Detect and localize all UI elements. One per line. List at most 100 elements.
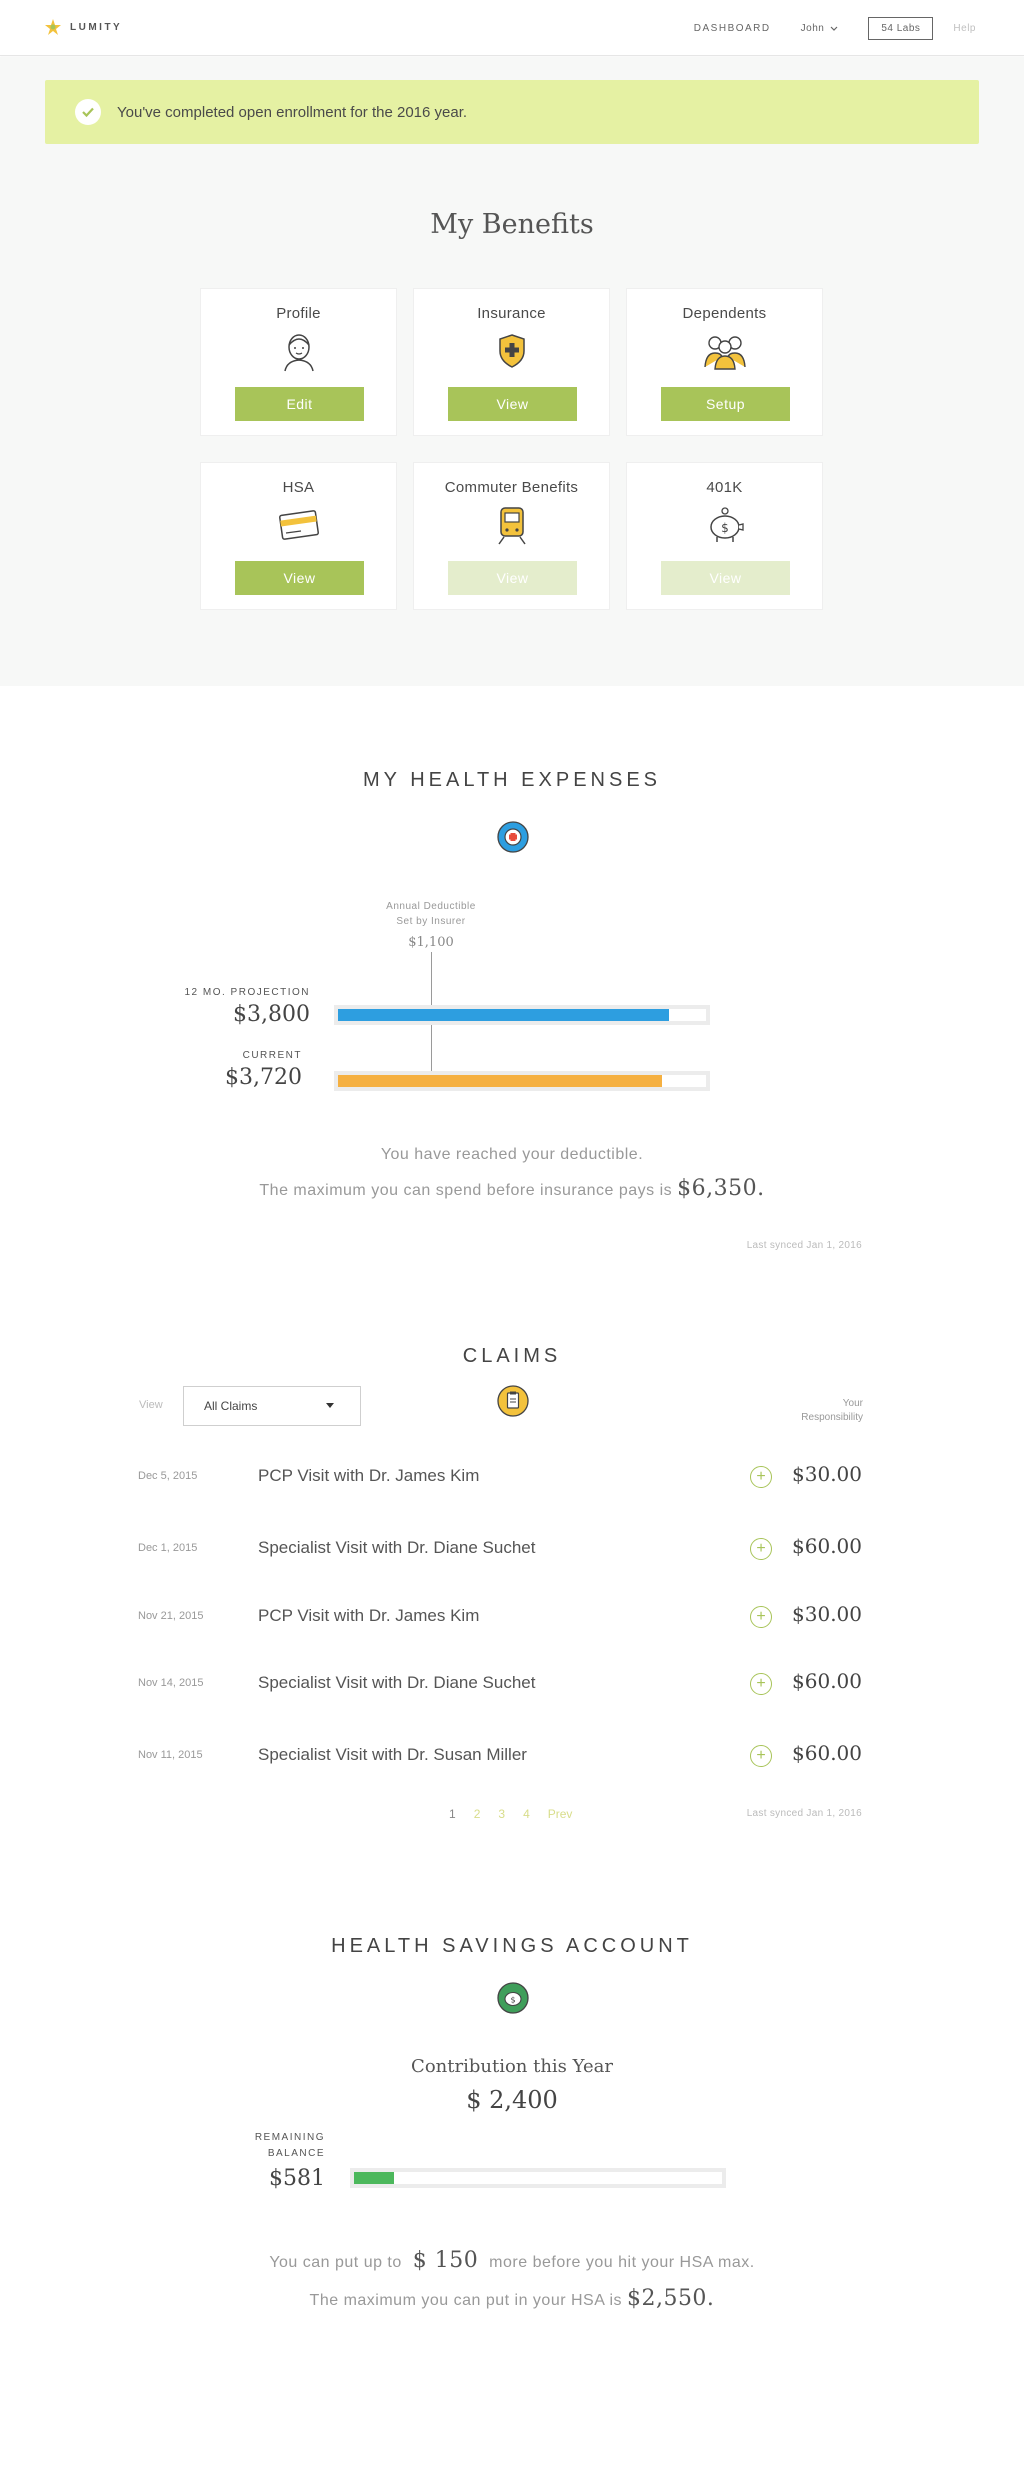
- insurance-view-button[interactable]: View: [448, 387, 577, 421]
- benefits-area: You've completed open enrollment for the…: [0, 57, 1024, 686]
- current-value: $3,720: [225, 1065, 302, 1090]
- benefit-card-profile: Profile Edit: [200, 288, 397, 436]
- deductible-label-line2: Set by Insurer: [396, 916, 466, 927]
- top-header: LUMITY DASHBOARD John 54 Labs Help: [0, 0, 1024, 56]
- deductible-summary: You have reached your deductible.: [0, 1146, 1024, 1164]
- dependents-setup-button[interactable]: Setup: [661, 387, 790, 421]
- claim-amount: $30.00: [792, 1462, 862, 1486]
- remaining-label-line2: BALANCE: [267, 2148, 325, 2159]
- claim-row[interactable]: Nov 21, 2015 PCP Visit with Dr. James Ki…: [138, 1598, 862, 1638]
- claims-filter-value: All Claims: [204, 1399, 258, 1413]
- claim-description: Specialist Visit with Dr. Susan Miller: [258, 1745, 527, 1764]
- responsibility-header: Your Responsibility: [801, 1397, 863, 1425]
- contribution-label: Contribution this Year: [411, 2056, 613, 2077]
- summary-status: reached your deductible.: [455, 1146, 644, 1163]
- card-title: 401K: [706, 479, 743, 496]
- claim-amount: $60.00: [792, 1534, 862, 1558]
- card-title: Commuter Benefits: [444, 479, 579, 496]
- remaining-balance-label: REMAINING BALANCE: [225, 2130, 325, 2162]
- claim-amount: $30.00: [792, 1602, 862, 1626]
- claim-date: Dec 1, 2015: [138, 1542, 198, 1554]
- profile-edit-button[interactable]: Edit: [235, 387, 364, 421]
- clipboard-icon: [497, 1385, 529, 1417]
- remaining-balance-bar-fill: [354, 2172, 395, 2184]
- enrollment-banner: You've completed open enrollment for the…: [45, 80, 979, 144]
- page-link-2[interactable]: 2: [474, 1807, 481, 1821]
- benefit-card-hsa: HSA View: [200, 462, 397, 610]
- remaining-balance-value: $581: [269, 2166, 325, 2191]
- expand-plus-icon[interactable]: +: [750, 1538, 772, 1560]
- hsa-put-summary: You can put up to $ 150 more before you …: [0, 2248, 1024, 2273]
- projection-bar: [334, 1005, 710, 1025]
- deductible-label-line1: Annual Deductible: [386, 901, 476, 912]
- profile-icon: [283, 334, 314, 372]
- health-expenses-title: MY HEALTH EXPENSES: [363, 769, 661, 791]
- top-nav: DASHBOARD John 54 Labs Help: [694, 17, 976, 40]
- put-value: $ 150: [412, 2248, 479, 2273]
- claim-description: Specialist Visit with Dr. Diane Suchet: [258, 1538, 536, 1557]
- benefit-card-dependents: Dependents Setup: [626, 288, 823, 436]
- card-title: Profile: [276, 305, 321, 322]
- projection-bar-fill: [338, 1009, 670, 1021]
- shield-plus-icon: [498, 334, 525, 368]
- current-bar: [334, 1071, 710, 1091]
- current-label: CURRENT: [242, 1050, 302, 1061]
- claim-date: Nov 11, 2015: [138, 1749, 203, 1761]
- family-icon: [703, 336, 746, 370]
- claim-amount: $60.00: [792, 1669, 862, 1693]
- claim-row[interactable]: Nov 14, 2015 Specialist Visit with Dr. D…: [138, 1665, 862, 1705]
- claims-filter-select[interactable]: All Claims: [183, 1386, 361, 1426]
- expand-plus-icon[interactable]: +: [750, 1466, 772, 1488]
- hsa-view-button[interactable]: View: [235, 561, 364, 595]
- page-title: My Benefits: [430, 209, 594, 240]
- summary-prefix: You have: [380, 1146, 451, 1163]
- commuter-view-button[interactable]: View: [448, 561, 577, 595]
- expand-plus-icon[interactable]: +: [750, 1673, 772, 1695]
- projection-value: $3,800: [233, 1002, 310, 1027]
- user-name: John: [800, 23, 825, 34]
- caret-down-icon: [326, 1403, 334, 1408]
- max-spend-text: The maximum you can spend before insuran…: [259, 1182, 673, 1199]
- page-prev-link[interactable]: Prev: [548, 1807, 573, 1821]
- company-button[interactable]: 54 Labs: [868, 17, 934, 40]
- expenses-last-synced: Last synced Jan 1, 2016: [746, 1240, 862, 1251]
- benefit-card-insurance: Insurance View: [413, 288, 610, 436]
- remaining-label-line1: REMAINING: [254, 2132, 325, 2143]
- lumity-logo-icon: [45, 19, 61, 35]
- card-title: Dependents: [682, 305, 767, 322]
- help-link[interactable]: Help: [953, 23, 976, 34]
- benefit-card-401k: 401K $ View: [626, 462, 823, 610]
- nav-dashboard-link[interactable]: DASHBOARD: [694, 23, 771, 34]
- claim-date: Nov 14, 2015: [138, 1677, 204, 1689]
- user-menu[interactable]: John: [801, 23, 839, 34]
- claim-row[interactable]: Nov 11, 2015 Specialist Visit with Dr. S…: [138, 1737, 862, 1777]
- contribution-value: $ 2,400: [466, 2086, 558, 2114]
- page-link-3[interactable]: 3: [498, 1807, 505, 1821]
- 401k-view-button[interactable]: View: [661, 561, 790, 595]
- page-link-4[interactable]: 4: [523, 1807, 530, 1821]
- put-suffix: more before you hit your HSA max.: [489, 2254, 755, 2271]
- claim-row[interactable]: Dec 5, 2015 PCP Visit with Dr. James Kim…: [138, 1458, 862, 1498]
- claims-title: CLAIMS: [462, 1345, 562, 1367]
- max-spend-value: $6,350.: [677, 1176, 765, 1201]
- piggy-bank-icon: $: [709, 507, 744, 542]
- expand-plus-icon[interactable]: +: [750, 1745, 772, 1767]
- benefit-card-commuter: Commuter Benefits View: [413, 462, 610, 610]
- brand-logo[interactable]: LUMITY: [44, 18, 122, 36]
- claims-pagination: 1 2 3 4 Prev: [449, 1807, 572, 1821]
- credit-card-icon: [278, 510, 319, 540]
- svg-text:$: $: [510, 1996, 515, 2005]
- responsibility-header-line1: Your: [842, 1398, 863, 1409]
- claim-description: Specialist Visit with Dr. Diane Suchet: [258, 1673, 536, 1692]
- deductible-label: Annual Deductible Set by Insurer: [366, 899, 496, 929]
- expand-plus-icon[interactable]: +: [750, 1606, 772, 1628]
- claim-row[interactable]: Dec 1, 2015 Specialist Visit with Dr. Di…: [138, 1530, 862, 1570]
- card-title: Insurance: [477, 305, 546, 322]
- responsibility-header-line2: Responsibility: [801, 1412, 863, 1423]
- remaining-balance-bar: [350, 2168, 726, 2188]
- claim-description: PCP Visit with Dr. James Kim: [258, 1606, 480, 1625]
- brand-name: LUMITY: [70, 21, 123, 33]
- train-icon: [497, 507, 526, 545]
- page-link-1[interactable]: 1: [449, 1807, 456, 1821]
- put-prefix: You can put up to: [269, 2254, 402, 2271]
